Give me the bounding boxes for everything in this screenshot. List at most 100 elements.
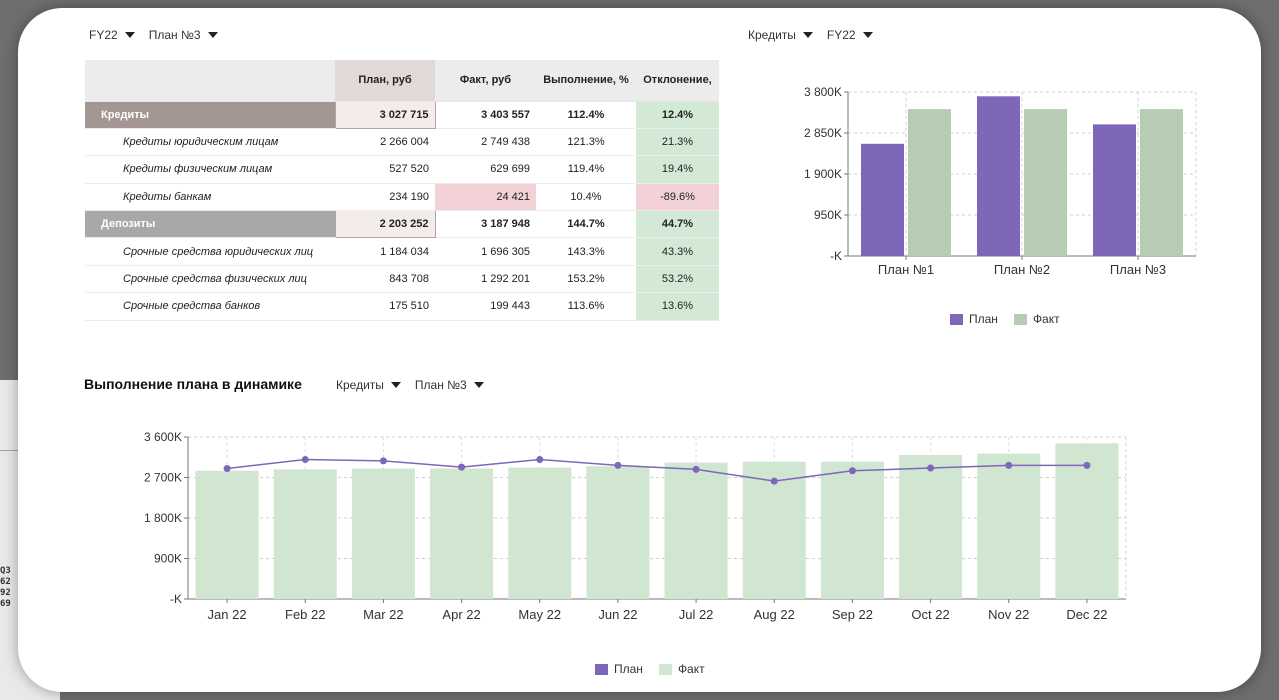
plan-point (848, 467, 856, 475)
bar-plan (1093, 124, 1136, 256)
y-tick-label: -K (830, 249, 842, 263)
bar-fact (508, 467, 572, 599)
comparison-legend: План Факт (950, 312, 1060, 326)
chevron-down-icon (207, 32, 218, 38)
cell-deviation: -89.6% (636, 183, 719, 212)
table-row[interactable]: Срочные средства физических лиц 843 708 1 … (85, 265, 719, 294)
legend-item-plan[interactable]: План (595, 662, 643, 676)
row-name: Кредиты банкам (85, 183, 335, 212)
cell-fact: 629 699 (435, 155, 536, 184)
cell-fact: 1 696 305 (435, 237, 536, 266)
bar-plan (861, 143, 904, 256)
plan-fact-table: План, руб Факт, руб Выполнение, % Отклон… (85, 60, 719, 321)
column-header-execution[interactable]: Выполнение, % (536, 60, 636, 102)
table-row[interactable]: Срочные средства юридических лиц 1 184 03… (85, 237, 719, 266)
row-name: Кредиты юридическим лицам (85, 128, 335, 157)
plan-comparison-chart: -K 950K 1 900K 2 850K 3 800K План №1 План №2 Пл… (804, 85, 1197, 277)
row-name: Депозиты (85, 210, 335, 239)
legend-item-fact[interactable]: Факт (1013, 312, 1060, 326)
cell-plan: 175 510 (335, 292, 435, 321)
cell-fact: 1 292 201 (435, 265, 536, 294)
cell-execution: 10.4% (536, 183, 636, 212)
cell-plan: 3 027 715 (334, 100, 436, 129)
year-filter[interactable]: FY22 (89, 28, 135, 42)
table-row[interactable]: Срочные средства банков 175 510 199 443 113… (85, 292, 719, 321)
cell-deviation: 44.7% (636, 210, 719, 239)
x-tick-label: Nov 22 (988, 607, 1029, 622)
plan-point (536, 456, 544, 463)
bar-fact (195, 470, 259, 599)
year-filter-label: FY22 (89, 28, 118, 42)
table-row[interactable]: Кредиты физическим лицам 527 520 629 699 11… (85, 155, 719, 184)
background-text: 69 (0, 599, 11, 609)
column-header-name (85, 60, 335, 102)
cell-plan: 843 708 (335, 265, 435, 294)
x-tick-label: Jul 22 (679, 607, 714, 622)
plan-point (379, 457, 387, 465)
x-tick-label: May 22 (518, 607, 561, 622)
legend-item-plan[interactable]: План (950, 312, 998, 326)
cell-execution: 121.3% (536, 128, 636, 157)
legend-label-plan: План (614, 662, 643, 676)
x-tick-label: Jan 22 (208, 607, 247, 622)
table-row[interactable]: Кредиты юридическим лицам 2 266 004 2 749 … (85, 128, 719, 157)
background-text: Q3 (0, 566, 11, 576)
cell-fact: 199 443 (435, 292, 536, 321)
y-tick-label: 1 900K (804, 167, 842, 181)
bar-fact (351, 468, 415, 599)
plan-point (1083, 461, 1091, 469)
table-header-row: План, руб Факт, руб Выполнение, % Отклон… (85, 60, 719, 102)
cell-plan: 527 520 (335, 155, 435, 184)
legend-swatch-plan (595, 663, 608, 675)
column-header-fact[interactable]: Факт, руб (435, 60, 536, 102)
bar-fact (899, 455, 963, 599)
chart-year-filter[interactable]: FY22 (827, 28, 873, 42)
column-header-plan[interactable]: План, руб (335, 60, 435, 102)
cell-deviation: 12.4% (636, 101, 719, 129)
plan-filter[interactable]: План №3 (149, 28, 218, 42)
chart-filters: Кредиты FY22 (748, 28, 873, 42)
cell-execution: 119.4% (536, 155, 636, 184)
bar-plan (977, 96, 1020, 256)
bar-fact (908, 109, 951, 256)
group-row[interactable]: Депозиты 2 203 252 3 187 948 144.7% 44.7% (85, 210, 719, 239)
table-row[interactable]: Кредиты банкам 234 190 24 421 10.4% -89.6% (85, 183, 719, 212)
x-tick-label: Aug 22 (754, 607, 795, 622)
bar-fact (820, 461, 884, 599)
legend-item-fact[interactable]: Факт (658, 662, 705, 676)
cell-plan: 234 190 (335, 183, 435, 212)
cell-fact: 2 749 438 (435, 128, 536, 157)
x-tick-label: План №1 (878, 262, 934, 277)
product-filter[interactable]: Кредиты (748, 28, 813, 42)
row-name: Кредиты (85, 101, 335, 129)
plan-point (1005, 461, 1013, 469)
y-tick-label: -K (170, 592, 182, 606)
group-row[interactable]: Кредиты 3 027 715 3 403 557 112.4% 12.4% (85, 100, 719, 129)
cell-deviation: 43.3% (636, 237, 719, 266)
cell-execution: 113.6% (536, 292, 636, 321)
x-tick-label: Oct 22 (911, 607, 949, 622)
bar-fact (586, 466, 650, 599)
chevron-down-icon (802, 32, 813, 38)
dashboard-card: FY22 План №3 Кредиты FY22 План, руб Факт… (18, 8, 1261, 692)
cell-plan: 2 203 252 (334, 210, 436, 239)
dynamics-chart: -K 900K 1 800K 2 700K 3 600K Jan 22 Feb 22 Mar … (144, 430, 1127, 622)
x-tick-label: Feb 22 (285, 607, 325, 622)
dynamics-legend: План Факт (595, 662, 705, 676)
column-header-deviation[interactable]: Отклонение, (636, 60, 719, 102)
row-name: Срочные средства банков (85, 292, 335, 321)
dynamics-product-filter[interactable]: Кредиты (336, 378, 401, 392)
x-tick-label: План №2 (994, 262, 1050, 277)
y-tick-label: 2 700K (144, 471, 182, 485)
cell-execution: 153.2% (536, 265, 636, 294)
row-name: Срочные средства юридических лиц (85, 237, 335, 266)
dynamics-title: Выполнение плана в динамике (84, 376, 302, 392)
bar-fact (664, 462, 728, 599)
x-tick-label: План №3 (1110, 262, 1166, 277)
chevron-down-icon (862, 32, 873, 38)
plan-point (458, 463, 466, 471)
cell-plan: 2 266 004 (335, 128, 435, 157)
legend-label-plan: План (969, 312, 998, 326)
dynamics-plan-filter[interactable]: План №3 (415, 378, 484, 392)
row-name: Кредиты физическим лицам (85, 155, 335, 184)
